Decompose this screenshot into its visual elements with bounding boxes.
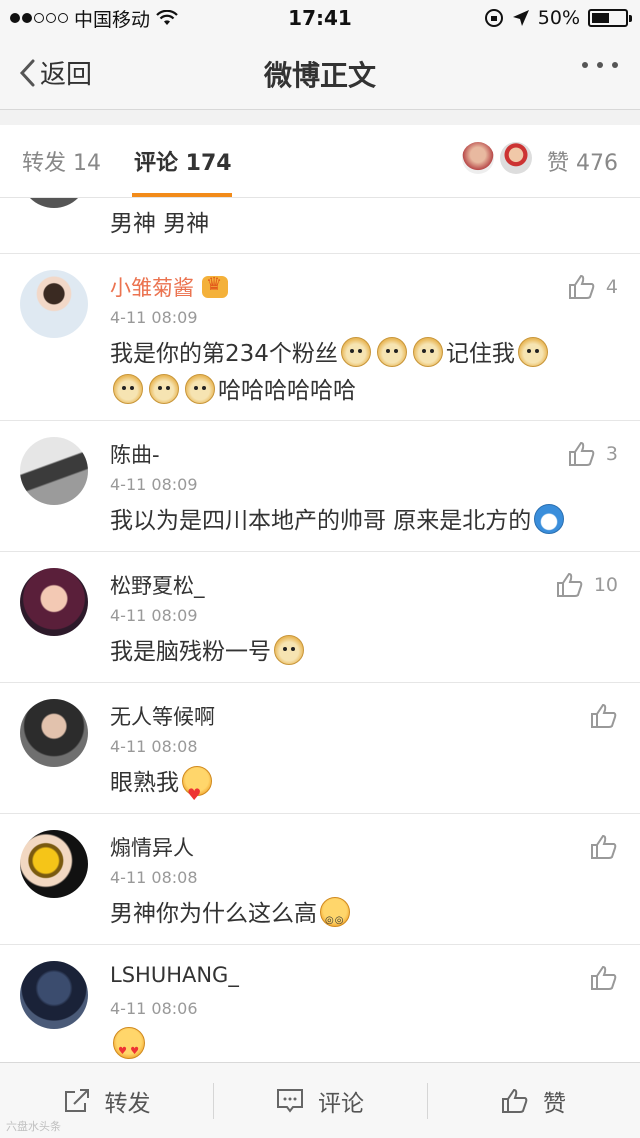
- like-post-button[interactable]: 赞: [427, 1063, 640, 1138]
- list-item: 无人等候啊 4-11 08:08 眼熟我: [0, 683, 640, 814]
- doge-emoji-icon: [412, 337, 443, 367]
- comment-text-part: 我是你的第234个粉丝: [110, 341, 338, 367]
- avatar: [462, 142, 494, 174]
- battery-icon: [588, 9, 632, 27]
- like-button[interactable]: 4: [568, 274, 618, 300]
- bottom-toolbar: 转发 评论 赞 六盘水头条: [0, 1062, 640, 1138]
- username[interactable]: 煽情异人: [110, 832, 194, 862]
- avatar[interactable]: [20, 830, 88, 898]
- doraemon-emoji-icon: [534, 504, 565, 534]
- status-right: 50%: [484, 7, 632, 29]
- doge-emoji-icon: [113, 374, 143, 404]
- like-button[interactable]: 10: [556, 572, 618, 598]
- like-count: 3: [605, 443, 618, 465]
- like-label: 赞: [543, 1091, 566, 1117]
- thumbs-up-icon: [568, 441, 595, 466]
- avatar[interactable]: [20, 961, 88, 1029]
- like-button[interactable]: 3: [568, 441, 618, 467]
- more-options-button[interactable]: [582, 62, 618, 68]
- doge-emoji-icon: [340, 337, 371, 367]
- comment-text-part: 眼熟我: [110, 770, 179, 796]
- thumbs-up-icon: [556, 572, 583, 597]
- active-tab-indicator: [132, 193, 232, 197]
- comment-button[interactable]: 评论: [213, 1063, 427, 1138]
- doge-emoji-icon: [274, 635, 304, 665]
- like-button[interactable]: [590, 834, 618, 860]
- comment-time: 4-11 08:08: [110, 737, 198, 756]
- username[interactable]: 无人等候啊: [110, 701, 215, 731]
- username-text: 小雏菊酱: [110, 276, 194, 300]
- thumbs-up-icon: [591, 834, 617, 859]
- comment-text: 我以为是四川本地产的帅哥 原来是北方的: [110, 503, 610, 540]
- like-button[interactable]: [590, 703, 618, 729]
- doge-emoji-icon: [376, 337, 407, 367]
- repost-label: 转发: [104, 1091, 151, 1117]
- share-icon: [64, 1089, 89, 1112]
- page-title: 微博正文: [263, 59, 376, 92]
- crown-icon: [202, 274, 228, 298]
- comment-text-part: 我是脑残粉一号: [110, 639, 271, 665]
- list-item: 小雏菊酱 4-11 08:09 4 我是你的第234个粉丝 记住我哈哈哈哈哈哈: [0, 254, 640, 421]
- thumbs-up-icon: [591, 965, 617, 990]
- thumbs-up-icon: [502, 1088, 528, 1113]
- liker-avatars[interactable]: [462, 142, 532, 174]
- doge-emoji-icon: [517, 337, 548, 367]
- comment-label: 评论: [318, 1091, 364, 1117]
- heart-eyes-emoji-icon: [113, 1027, 145, 1062]
- comment-text: 我是脑残粉一号: [110, 634, 610, 671]
- comment-text-part: 哈哈哈哈哈哈: [218, 378, 356, 404]
- watermark: 六盘水头条: [6, 1120, 61, 1133]
- list-item: 男神 男神: [0, 198, 640, 254]
- comment-text: 男神你为什么这么高: [110, 896, 610, 939]
- like-count: 10: [593, 574, 618, 596]
- tab-repost[interactable]: 转发 14: [22, 145, 101, 177]
- comment-time: 4-11 08:08: [110, 868, 198, 887]
- comment-text-part: 男神你为什么这么高: [110, 901, 317, 927]
- comment-icon: [277, 1089, 303, 1113]
- comment-time: 4-11 08:09: [110, 308, 198, 327]
- comment-text: 我是你的第234个粉丝 记住我哈哈哈哈哈哈: [110, 336, 610, 410]
- list-item: 松野夏松_ 4-11 08:09 10 我是脑残粉一号: [0, 552, 640, 683]
- status-bar: 中国移动 17:41 50%: [0, 0, 640, 36]
- comment-text-part: 我以为是四川本地产的帅哥 原来是北方的: [110, 508, 532, 534]
- thumbs-up-icon: [568, 274, 595, 299]
- rotation-lock-icon: [484, 9, 503, 27]
- avatar: [500, 142, 532, 174]
- location-icon: [512, 10, 529, 26]
- avatar[interactable]: [20, 699, 88, 767]
- navigation-bar: 返回 微博正文: [0, 36, 640, 110]
- avatar[interactable]: [20, 568, 88, 636]
- username[interactable]: LSHUHANG_: [110, 963, 239, 987]
- comment-time: 4-11 08:09: [110, 606, 198, 625]
- comment-tabs: 转发 14 评论 174 赞 476: [0, 125, 640, 198]
- flushed-emoji-icon: [320, 897, 350, 939]
- tab-comment[interactable]: 评论 174: [134, 145, 232, 177]
- username[interactable]: 松野夏松_: [110, 570, 205, 600]
- comment-list[interactable]: 男神 男神 小雏菊酱 4-11 08:09 4 我是你的第234个粉丝 记住我哈哈…: [0, 198, 640, 1062]
- doge-emoji-icon: [149, 374, 179, 404]
- username[interactable]: 小雏菊酱: [110, 272, 228, 302]
- like-button[interactable]: [590, 965, 618, 991]
- avatar: [20, 198, 88, 208]
- avatar[interactable]: [20, 437, 88, 505]
- comment-text-part: 记住我: [445, 341, 515, 367]
- comment-text: 眼熟我: [110, 765, 610, 813]
- list-item: 陈曲- 4-11 08:09 3 我以为是四川本地产的帅哥 原来是北方的: [0, 421, 640, 552]
- comment-time: 4-11 08:09: [110, 475, 198, 494]
- avatar[interactable]: [20, 270, 88, 338]
- comment-text: 男神 男神: [110, 211, 210, 237]
- comment-time: 4-11 08:06: [110, 999, 198, 1018]
- heart-hug-emoji-icon: [182, 766, 212, 813]
- comment-text: [110, 1027, 610, 1062]
- doge-emoji-icon: [185, 374, 215, 404]
- username[interactable]: 陈曲-: [110, 439, 160, 469]
- battery-percent: 50%: [537, 7, 580, 29]
- tab-likes[interactable]: 赞 476: [547, 145, 618, 177]
- thumbs-up-icon: [591, 703, 617, 728]
- list-item: 煽情异人 4-11 08:08 男神你为什么这么高: [0, 814, 640, 945]
- list-item: LSHUHANG_ 4-11 08:06: [0, 945, 640, 1062]
- like-count: 4: [605, 276, 618, 298]
